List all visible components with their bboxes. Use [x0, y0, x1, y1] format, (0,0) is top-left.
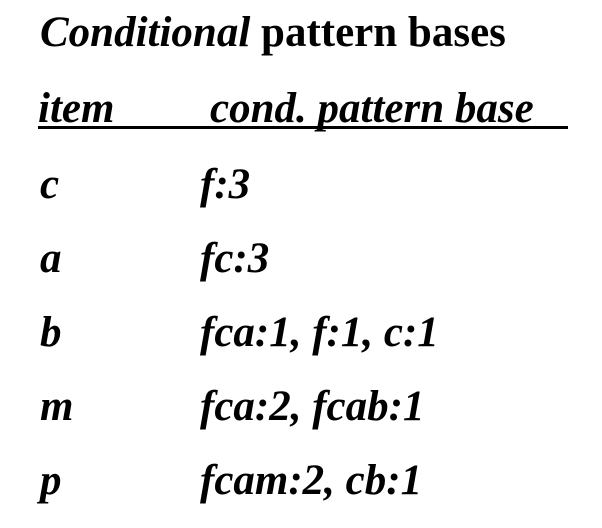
header-underline	[38, 126, 568, 129]
row-item: a	[40, 235, 62, 282]
table-row: b fca:1, f:1, c:1	[0, 306, 602, 380]
page-title: Conditional pattern bases	[40, 6, 506, 60]
row-cond-pattern-base: fc:3	[200, 235, 270, 282]
row-cond-pattern-base: fcam:2, cb:1	[200, 457, 423, 504]
table-row: a fc:3	[0, 232, 602, 306]
table-body: c f:3 a fc:3 b fca:1, f:1, c:1 m fca:2, …	[0, 158, 602, 528]
row-cond-pattern-base: fca:1, f:1, c:1	[200, 309, 439, 356]
title-rest: pattern bases	[261, 9, 506, 56]
row-cond-pattern-base: f:3	[200, 161, 251, 208]
row-item: b	[40, 309, 62, 356]
table-row: p fcam:2, cb:1	[0, 454, 602, 528]
row-item: p	[40, 457, 62, 504]
title-italic-part: Conditional	[40, 9, 251, 56]
table-row: m fca:2, fcab:1	[0, 380, 602, 454]
table-row: c f:3	[0, 158, 602, 232]
row-cond-pattern-base: fca:2, fcab:1	[200, 383, 425, 430]
row-item: c	[40, 161, 60, 208]
row-item: m	[40, 383, 74, 430]
